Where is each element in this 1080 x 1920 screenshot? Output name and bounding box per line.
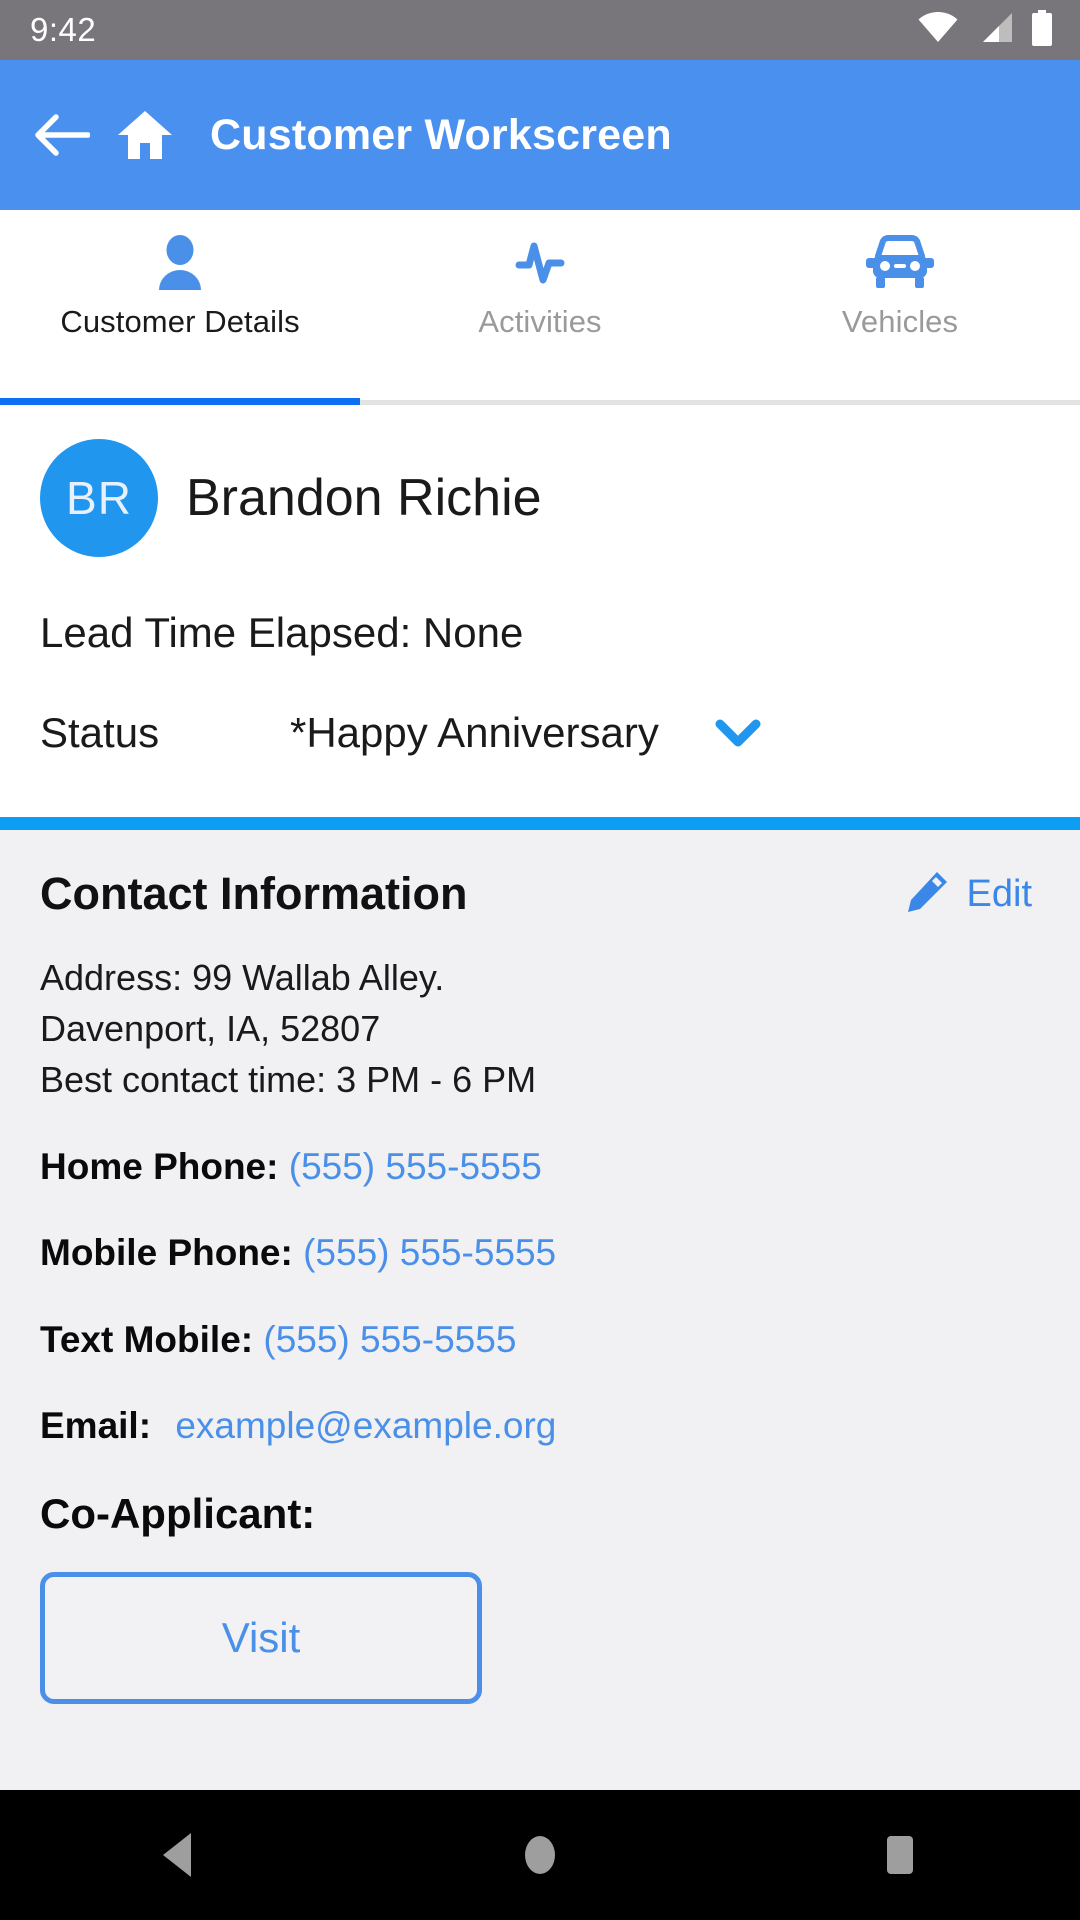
co-applicant-label: Co-Applicant: — [40, 1489, 316, 1537]
customer-name: Brandon Richie — [186, 469, 542, 527]
cell-signal-icon — [975, 12, 1013, 48]
status-value: *Happy Anniversary — [290, 709, 659, 756]
person-icon — [149, 232, 211, 294]
email-value[interactable]: example@example.org — [175, 1405, 556, 1446]
address-line: Best contact time: 3 PM - 6 PM — [40, 1059, 537, 1101]
avatar: BR — [40, 439, 158, 557]
tab-activities[interactable]: Activities — [360, 210, 720, 405]
car-icon — [865, 232, 935, 294]
visit-button[interactable]: Visit — [40, 1571, 482, 1704]
address-block: Address: 99 Wallab Alley. Davenport, IA,… — [40, 952, 1040, 1105]
edit-label: Edit — [966, 872, 1032, 915]
customer-name-row: BR Brandon Richie — [40, 439, 1040, 557]
phone-screen: 9:42 Customer Workscreen Customer Detail… — [0, 0, 1080, 1920]
pencil-icon — [905, 870, 949, 919]
contact-information-section: Contact Information Edit Address: 99 Wal… — [0, 830, 1080, 1790]
page-title: Customer Workscreen — [210, 110, 672, 159]
home-phone-value[interactable]: (555) 555-5555 — [289, 1146, 542, 1187]
home-phone-row: Home Phone: (555) 555-5555 — [40, 1143, 1040, 1191]
wifi-icon — [918, 11, 958, 48]
visit-button-label: Visit — [221, 1613, 301, 1661]
contact-information-title: Contact Information — [40, 868, 468, 919]
status-time: 9:42 — [30, 11, 97, 48]
tab-customer-details[interactable]: Customer Details — [0, 210, 360, 405]
mobile-phone-row: Mobile Phone: (555) 555-5555 — [40, 1229, 1040, 1277]
email-row: Email: example@example.org — [40, 1402, 1040, 1450]
tab-label-vehicles: Vehicles — [841, 304, 959, 339]
android-nav-bar — [0, 1790, 1080, 1920]
status-icon-group — [918, 9, 1054, 51]
email-label: Email: — [40, 1404, 152, 1446]
chevron-down-icon[interactable] — [715, 718, 761, 748]
mobile-phone-label: Mobile Phone: — [40, 1232, 293, 1274]
tab-label-activities: Activities — [478, 304, 602, 339]
text-mobile-value[interactable]: (555) 555-5555 — [263, 1319, 516, 1360]
activity-pulse-icon — [509, 232, 571, 294]
nav-back-triangle-icon[interactable] — [105, 1790, 255, 1920]
tab-label-customer-details: Customer Details — [60, 304, 300, 339]
contact-header-row: Contact Information Edit — [40, 868, 1040, 920]
section-divider — [0, 817, 1080, 830]
address-line: Davenport, IA, 52807 — [40, 1008, 381, 1050]
battery-icon — [1030, 9, 1054, 51]
home-phone-label: Home Phone: — [40, 1146, 279, 1188]
status-label: Status — [40, 709, 160, 756]
tab-active-underline — [0, 398, 360, 405]
lead-time-elapsed: Lead Time Elapsed: None — [40, 609, 524, 656]
mobile-phone-value[interactable]: (555) 555-5555 — [303, 1232, 556, 1273]
app-bar: Customer Workscreen — [0, 60, 1080, 210]
address-line: Address: 99 Wallab Alley. — [40, 957, 445, 998]
text-mobile-row: Text Mobile: (555) 555-5555 — [40, 1316, 1040, 1364]
back-arrow-icon[interactable] — [34, 113, 90, 157]
home-icon[interactable] — [116, 109, 174, 161]
text-mobile-label: Text Mobile: — [40, 1318, 254, 1360]
tab-bar: Customer Details Activities Vehicles — [0, 210, 1080, 405]
nav-home-circle-icon[interactable] — [465, 1790, 615, 1920]
status-row[interactable]: Status *Happy Anniversary — [40, 709, 1040, 757]
edit-button[interactable]: Edit — [905, 870, 1040, 919]
customer-summary-section: BR Brandon Richie Lead Time Elapsed: Non… — [0, 405, 1080, 817]
status-bar: 9:42 — [0, 0, 1080, 60]
nav-recents-square-icon[interactable] — [825, 1790, 975, 1920]
tab-vehicles[interactable]: Vehicles — [720, 210, 1080, 405]
